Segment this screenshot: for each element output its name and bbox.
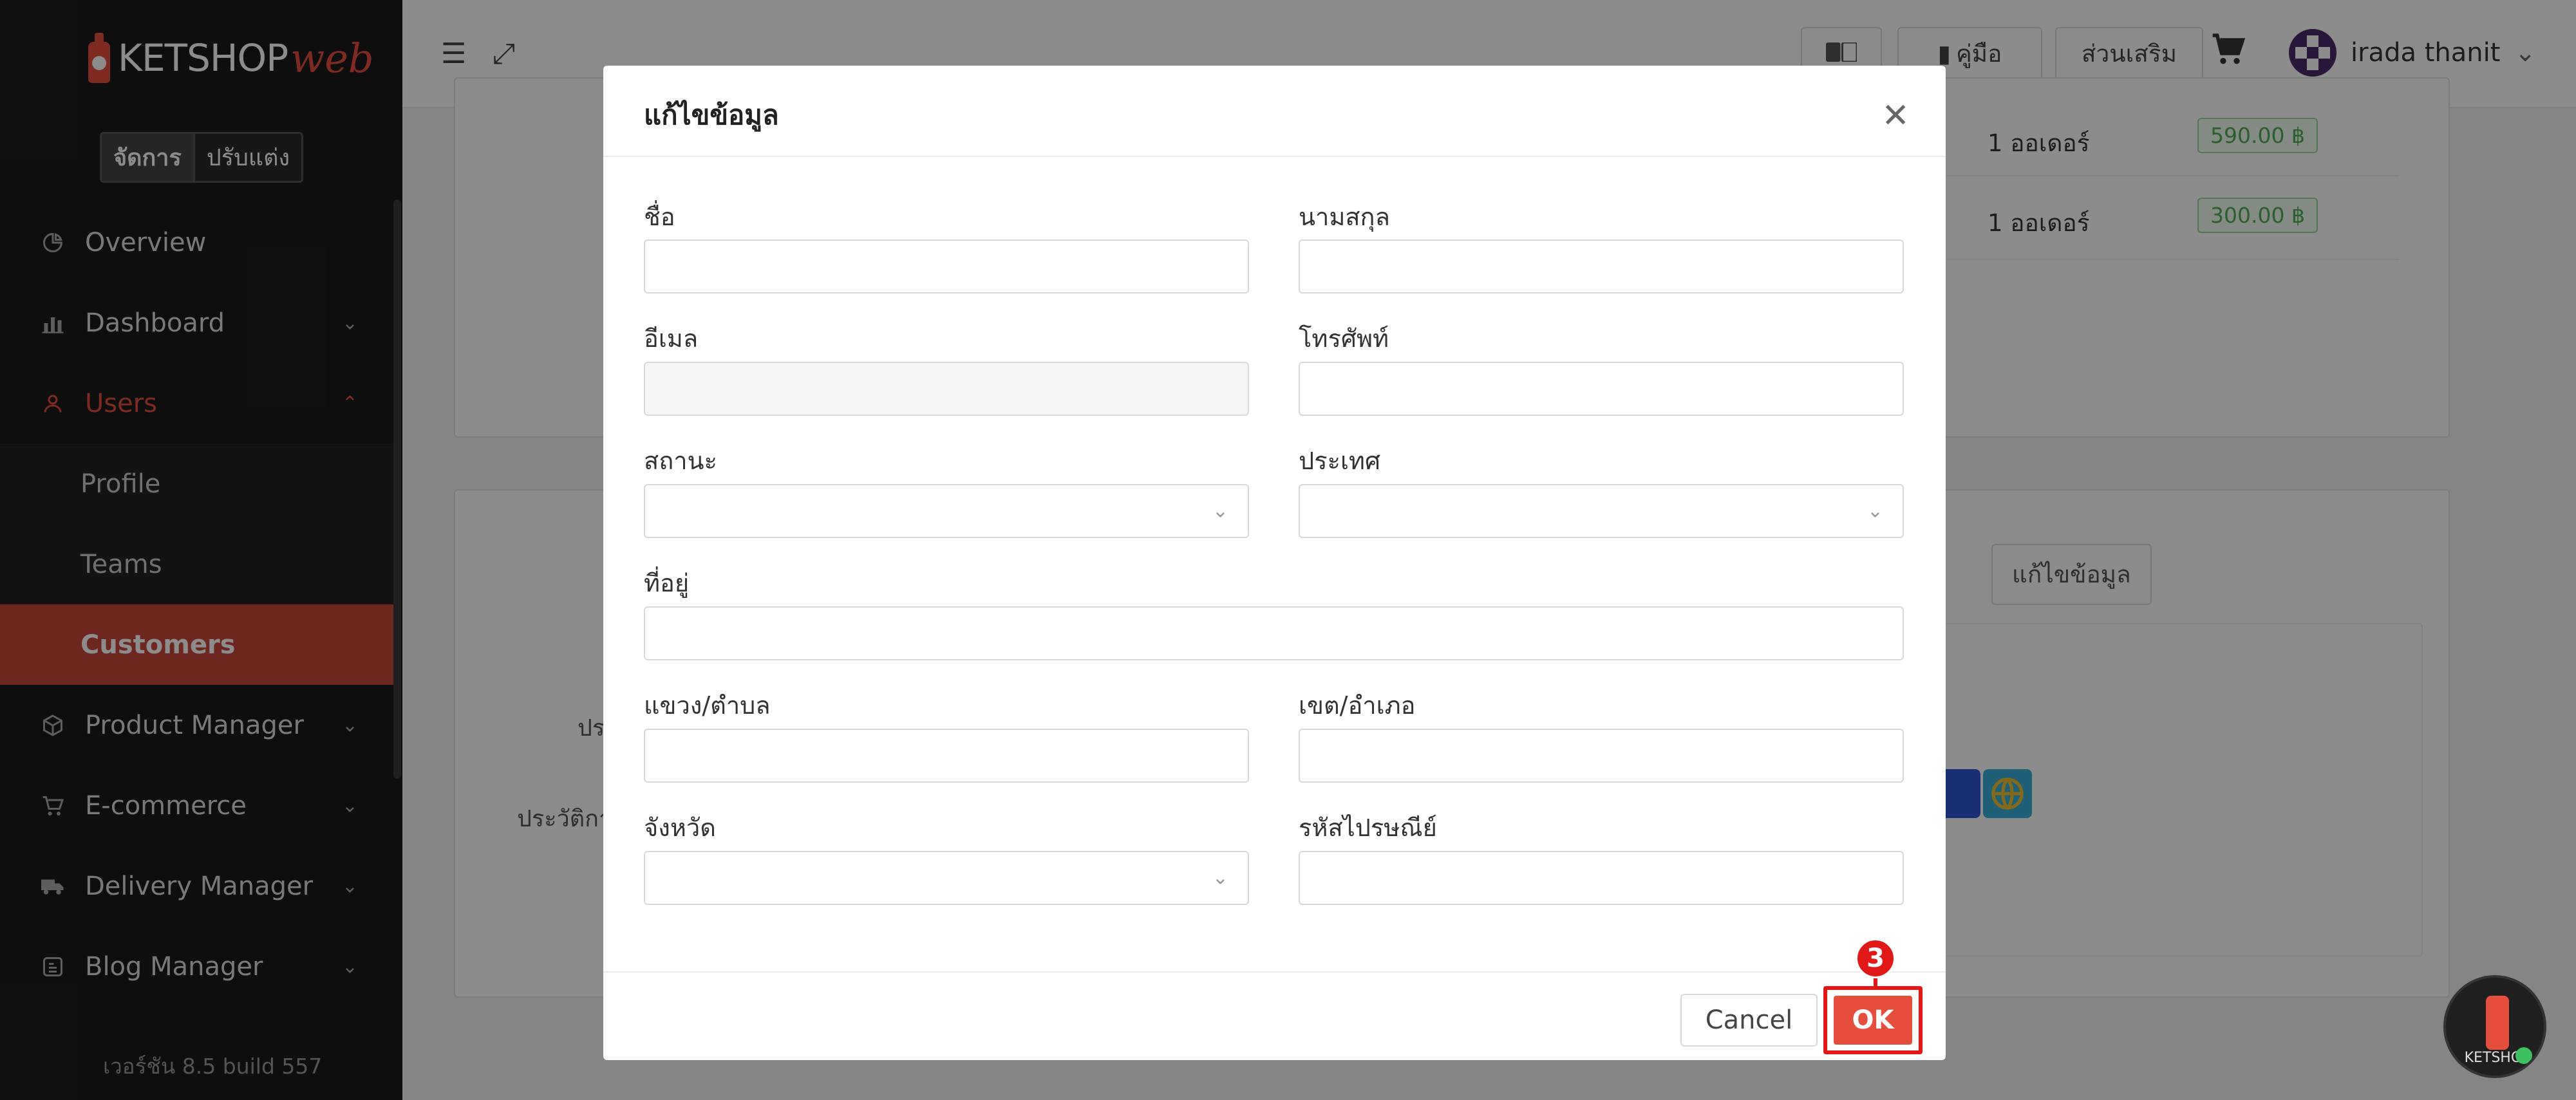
- edit-info-modal: แก้ไขข้อมูล ✕ ชื่อ นามสกุล อีเมล โทรศัพท…: [603, 66, 1946, 1060]
- province-label: จังหวัด: [644, 814, 716, 842]
- modal-footer: Cancel OK: [603, 971, 1946, 1060]
- chevron-down-icon: ⌄: [1866, 499, 1883, 523]
- online-status-dot: [2515, 1047, 2532, 1064]
- ok-button-highlight: OK: [1823, 986, 1923, 1054]
- email-field: [644, 362, 1249, 416]
- postal-code-label: รหัสไปรษณีย์: [1299, 814, 1437, 842]
- status-select[interactable]: ⌄: [644, 484, 1249, 538]
- chevron-down-icon: ⌄: [1212, 866, 1228, 890]
- district-label: เขต/อำเภอ: [1299, 691, 1416, 720]
- address-input[interactable]: [644, 606, 1904, 660]
- first-name-input[interactable]: [644, 239, 1249, 294]
- postal-code-input[interactable]: [1299, 851, 1904, 905]
- country-label: ประเทศ: [1299, 447, 1381, 475]
- country-select[interactable]: ⌄: [1299, 484, 1904, 538]
- ketchup-bottle-icon: [2486, 996, 2509, 1050]
- phone-label: โทรศัพท์: [1299, 324, 1389, 353]
- province-select[interactable]: ⌄: [644, 851, 1249, 905]
- cancel-button[interactable]: Cancel: [1680, 994, 1818, 1047]
- last-name-input[interactable]: [1299, 239, 1904, 294]
- modal-header: แก้ไขข้อมูล ✕: [603, 66, 1946, 157]
- status-label: สถานะ: [644, 447, 717, 475]
- district-input[interactable]: [1299, 729, 1904, 783]
- last-name-label: นามสกุล: [1299, 203, 1390, 231]
- subdistrict-label: แขวง/ตำบล: [644, 691, 771, 720]
- first-name-label: ชื่อ: [644, 203, 675, 231]
- address-label: ที่อยู่: [644, 569, 690, 597]
- email-label: อีเมล: [644, 324, 699, 353]
- help-chat-button[interactable]: KETSHOP: [2443, 975, 2546, 1078]
- close-icon[interactable]: ✕: [1881, 99, 1910, 133]
- modal-title: แก้ไขข้อมูล: [644, 99, 779, 131]
- ok-button[interactable]: OK: [1834, 996, 1912, 1045]
- step-badge-stem: [1874, 977, 1877, 986]
- subdistrict-input[interactable]: [644, 729, 1249, 783]
- step-badge: 3: [1856, 938, 1895, 978]
- chevron-down-icon: ⌄: [1212, 499, 1228, 523]
- phone-input[interactable]: [1299, 362, 1904, 416]
